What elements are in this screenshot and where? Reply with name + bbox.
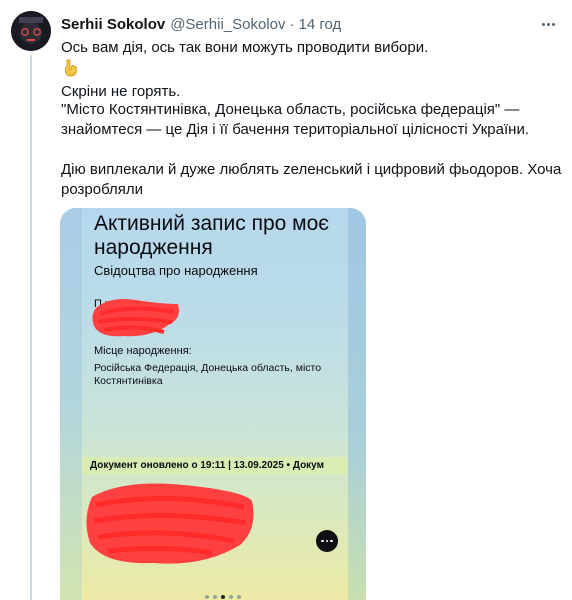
more-options-button[interactable]	[536, 14, 560, 34]
document-update-bar: Документ оновлено о 19:11 | 13.09.2025 •…	[82, 457, 348, 475]
tweet-text-line: знайомтеся — це Дія і її бачення територ…	[61, 121, 529, 138]
carousel-dot[interactable]	[237, 595, 241, 599]
card-subtitle: Свідоцтва про народження	[94, 263, 258, 278]
carousel-dot[interactable]	[213, 595, 217, 599]
thread-line	[30, 55, 32, 600]
redaction-scribble	[86, 483, 254, 564]
avatar-image-icon	[11, 11, 51, 51]
tweet-header: Serhii Sokolov @Serhii_Sokolov · 14 год	[61, 14, 341, 34]
pointing-down-emoji-icon	[65, 59, 77, 77]
card-value-place: Російська Федерація, Донецька область, м…	[94, 362, 322, 387]
card-label-place: Місце народження:	[94, 345, 192, 357]
redaction-scribble	[92, 299, 179, 337]
tweet-text-line: Скріни не горять.	[61, 83, 181, 100]
tweet-timestamp[interactable]: 14 год	[299, 16, 342, 33]
header-separator: ·	[289, 15, 295, 33]
birth-record-card: Активний запис про моє народження Свідоц…	[82, 208, 348, 600]
carousel-previous-slide	[60, 208, 82, 600]
author-name[interactable]: Serhii Sokolov	[61, 16, 165, 33]
author-handle[interactable]: @Serhii_Sokolov	[170, 16, 285, 33]
tweet-media-image[interactable]: Активний запис про моє народження Свідоц…	[60, 208, 366, 600]
document-menu-button[interactable]	[316, 530, 338, 552]
tweet: Serhii Sokolov @Serhii_Sokolov · 14 год …	[0, 0, 572, 600]
carousel-next-slide	[348, 208, 366, 600]
tweet-text-line: розробляли	[61, 181, 144, 198]
carousel-dot[interactable]	[221, 595, 225, 599]
avatar[interactable]	[11, 11, 51, 51]
tweet-text-line: Дію виплекали й дуже люблять zеленський …	[61, 161, 562, 178]
carousel-pager	[203, 594, 243, 600]
carousel-dot[interactable]	[205, 595, 209, 599]
tweet-text-line: Ось вам дія, ось так вони можуть проводи…	[61, 39, 429, 56]
card-title: Активний запис про моє народження	[94, 212, 329, 259]
tweet-text-line: "Місто Костянтинівка, Донецька область, …	[61, 101, 520, 118]
carousel-dot[interactable]	[229, 595, 233, 599]
